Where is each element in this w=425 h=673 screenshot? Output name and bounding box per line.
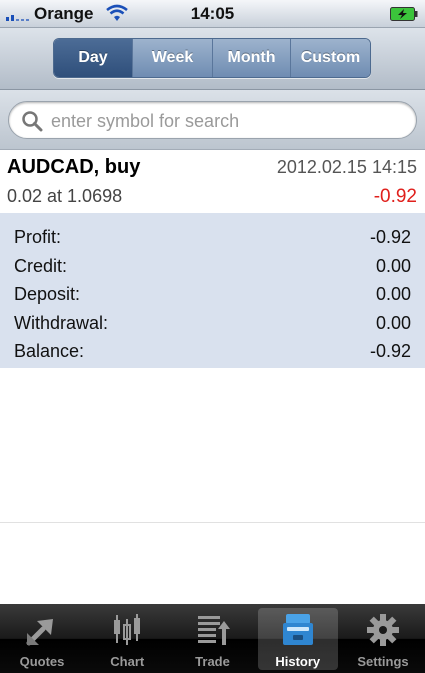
summary-label: Credit: <box>14 255 68 276</box>
trade-row[interactable]: AUDCAD, buy 2012.02.15 14:15 0.02 at 1.0… <box>0 150 425 213</box>
gear-icon <box>367 614 399 646</box>
summary-label: Deposit: <box>14 284 81 304</box>
history-summary: Profit: -0.92 Credit: 0.00 Deposit: 0.00… <box>0 213 425 368</box>
tab-label: Quotes <box>19 654 65 669</box>
tab-trade[interactable]: Trade <box>173 608 253 670</box>
tab-day[interactable]: Day <box>54 39 132 77</box>
tab-week[interactable]: Week <box>132 39 212 77</box>
tab-chart[interactable]: Chart <box>87 608 167 670</box>
summary-value: -0.92 <box>369 227 411 247</box>
summary-label: Withdrawal: <box>14 312 109 333</box>
summary-label: Balance: <box>14 341 85 361</box>
search-bar <box>0 90 425 150</box>
tab-quotes[interactable]: Quotes <box>2 608 82 670</box>
trade-profit: -0.92 <box>373 186 417 207</box>
period-segmented-control: Day Week Month Custom <box>53 38 371 78</box>
search-input[interactable] <box>51 108 401 134</box>
list-divider <box>0 522 425 523</box>
summary-label: Profit: <box>14 227 62 247</box>
trade-symbol: AUDCAD, buy <box>7 156 141 178</box>
tab-settings[interactable]: Settings <box>343 608 423 670</box>
trade-list-icon <box>197 616 230 645</box>
tab-label: Settings <box>357 654 409 669</box>
summary-value: 0.00 <box>375 284 411 304</box>
summary-row-withdrawal: Withdrawal: 0.00 <box>0 311 425 340</box>
candlestick-chart-icon <box>114 614 141 645</box>
tab-history[interactable]: History <box>257 608 338 670</box>
summary-value: 0.00 <box>375 312 411 333</box>
summary-row-credit: Credit: 0.00 <box>0 254 425 283</box>
summary-row-balance: Balance: -0.92 <box>0 339 425 368</box>
battery-charging-icon <box>390 7 418 21</box>
summary-row-profit: Profit: -0.92 <box>0 225 425 254</box>
history-archive-icon <box>282 614 313 645</box>
search-icon <box>22 111 43 132</box>
tab-label: Chart <box>110 654 145 669</box>
summary-value: -0.92 <box>369 341 411 361</box>
status-time: 14:05 <box>190 4 235 23</box>
tab-custom[interactable]: Custom <box>290 39 370 77</box>
tab-label: History <box>275 654 321 669</box>
summary-value: 0.00 <box>375 255 411 276</box>
trade-datetime: 2012.02.15 14:15 <box>276 157 417 177</box>
tab-label: Trade <box>195 654 230 669</box>
tab-month[interactable]: Month <box>212 39 290 77</box>
status-bar: Orange 14:05 <box>0 0 425 28</box>
summary-row-deposit: Deposit: 0.00 <box>0 282 425 311</box>
trade-volume-price: 0.02 at 1.0698 <box>7 186 123 206</box>
search-field[interactable] <box>8 101 417 139</box>
quotes-arrows-icon <box>26 619 53 646</box>
period-toolbar: Day Week Month Custom <box>0 28 425 90</box>
tab-bar: Quotes Chart Trade History Settings <box>0 604 425 673</box>
